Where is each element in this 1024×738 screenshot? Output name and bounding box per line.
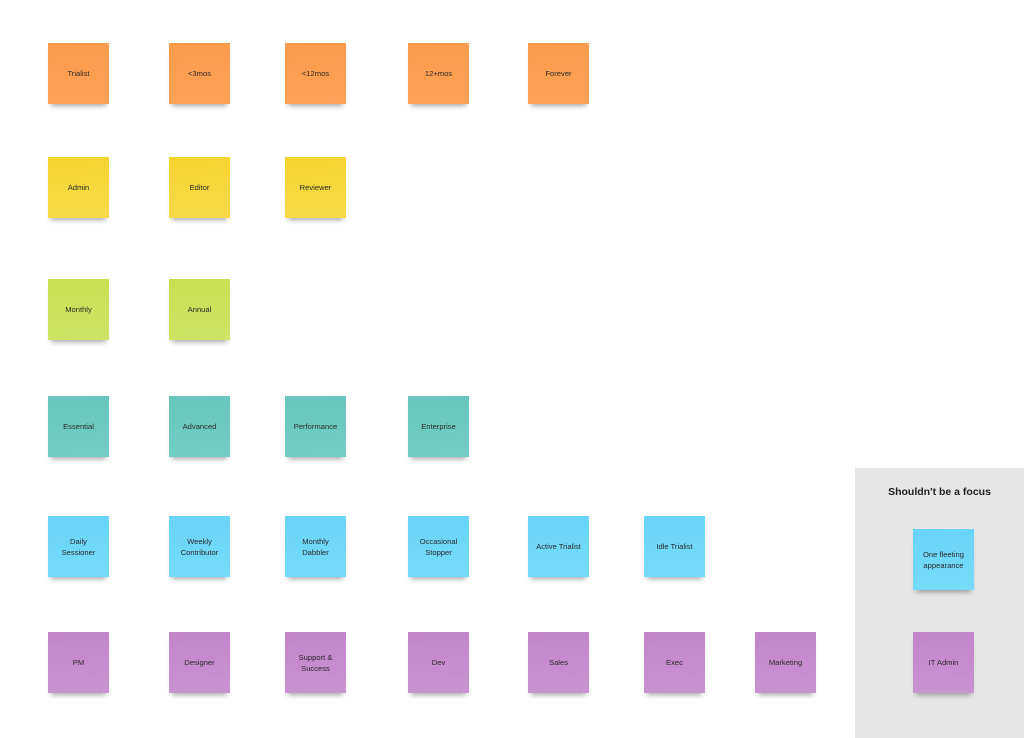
sticky-note-label: Advanced <box>182 422 217 431</box>
sticky-note-exec[interactable]: Exec <box>644 632 705 693</box>
sticky-note-label: Weekly Contributor <box>180 536 219 557</box>
sticky-note-label: Designer <box>184 658 215 667</box>
sticky-note-label: Performance <box>293 422 338 431</box>
sticky-note-label: <3mos <box>187 69 211 78</box>
sticky-note-label: Daily Sessioner <box>61 536 96 557</box>
sticky-note-label: Occasional Stopper <box>419 536 458 557</box>
sticky-note-forever[interactable]: Forever <box>528 43 589 104</box>
sticky-note-label: Essential <box>63 422 94 431</box>
sticky-note-enterprise[interactable]: Enterprise <box>408 396 469 457</box>
sticky-note-occasional-stopper[interactable]: Occasional Stopper <box>408 516 469 577</box>
sticky-note-advanced[interactable]: Advanced <box>169 396 230 457</box>
sticky-note-label: PM <box>72 658 85 667</box>
sticky-note-trialist[interactable]: Trialist <box>48 43 109 104</box>
sticky-note-support-success[interactable]: Support & Success <box>285 632 346 693</box>
sticky-note-editor[interactable]: Editor <box>169 157 230 218</box>
sticky-note-label: Idle Trialist <box>656 542 693 551</box>
sticky-note-label: Editor <box>189 183 210 192</box>
whiteboard-canvas[interactable]: Trialist <3mos <12mos 12+mos Forever Adm… <box>0 0 1024 738</box>
sticky-note-performance[interactable]: Performance <box>285 396 346 457</box>
sticky-note-admin[interactable]: Admin <box>48 157 109 218</box>
sticky-note-annual[interactable]: Annual <box>169 279 230 340</box>
sticky-note-weekly-contributor[interactable]: Weekly Contributor <box>169 516 230 577</box>
sticky-note-pm[interactable]: PM <box>48 632 109 693</box>
sticky-note-idle-trialist[interactable]: Idle Trialist <box>644 516 705 577</box>
sticky-note-sales[interactable]: Sales <box>528 632 589 693</box>
sticky-note-label: Monthly <box>65 305 92 314</box>
sticky-note-label: Exec <box>666 658 683 667</box>
sticky-note-label: <12mos <box>301 69 330 78</box>
sticky-note-monthly[interactable]: Monthly <box>48 279 109 340</box>
sticky-note-under-3mos[interactable]: <3mos <box>169 43 230 104</box>
sticky-note-essential[interactable]: Essential <box>48 396 109 457</box>
frame-title: Shouldn't be a focus <box>888 486 991 498</box>
sticky-note-label: Marketing <box>768 658 803 667</box>
sticky-note-one-fleeting-appearance[interactable]: One fleeting appearance <box>913 529 974 590</box>
sticky-note-label: Dev <box>431 658 446 667</box>
sticky-note-label: Monthly Dabbler <box>302 536 329 557</box>
sticky-note-12plus-mos[interactable]: 12+mos <box>408 43 469 104</box>
sticky-note-label: Sales <box>549 658 568 667</box>
sticky-note-marketing[interactable]: Marketing <box>755 632 816 693</box>
sticky-note-label: Forever <box>545 69 572 78</box>
sticky-note-dev[interactable]: Dev <box>408 632 469 693</box>
sticky-note-label: Admin <box>67 183 90 192</box>
sticky-note-label: Enterprise <box>421 422 456 431</box>
sticky-note-label: One fleeting appearance <box>923 549 964 570</box>
sticky-note-active-trialist[interactable]: Active Trialist <box>528 516 589 577</box>
sticky-note-label: Reviewer <box>299 183 332 192</box>
sticky-note-under-12mos[interactable]: <12mos <box>285 43 346 104</box>
sticky-note-reviewer[interactable]: Reviewer <box>285 157 346 218</box>
frame-shouldnt-be-a-focus[interactable]: Shouldn't be a focus One fleeting appear… <box>855 468 1024 738</box>
sticky-note-label: Support & Success <box>298 652 333 673</box>
sticky-note-designer[interactable]: Designer <box>169 632 230 693</box>
sticky-note-label: Annual <box>187 305 212 314</box>
sticky-note-label: Active Trialist <box>536 542 581 551</box>
sticky-note-label: IT Admin <box>928 658 959 667</box>
sticky-note-label: Trialist <box>67 69 90 78</box>
sticky-note-it-admin[interactable]: IT Admin <box>913 632 974 693</box>
sticky-note-daily-sessioner[interactable]: Daily Sessioner <box>48 516 109 577</box>
sticky-note-monthly-dabbler[interactable]: Monthly Dabbler <box>285 516 346 577</box>
sticky-note-label: 12+mos <box>424 69 453 78</box>
